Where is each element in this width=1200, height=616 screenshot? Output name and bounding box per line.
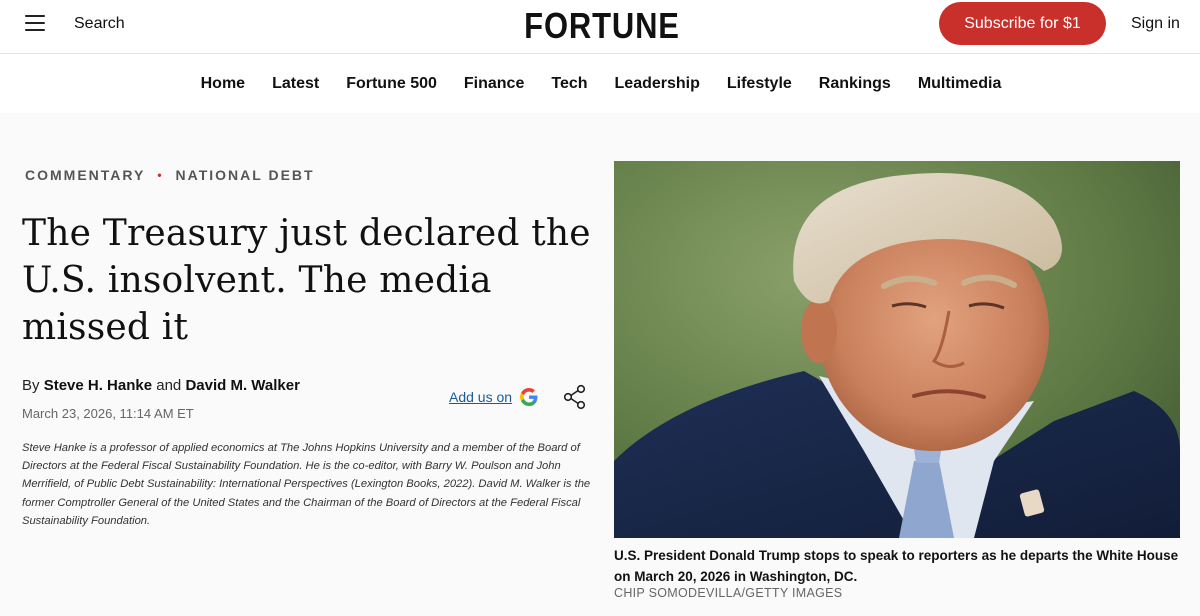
nav-item-finance[interactable]: Finance (464, 75, 524, 93)
kicker-separator-dot: • (157, 168, 164, 182)
section-link[interactable]: COMMENTARY (25, 167, 145, 183)
article-headline: The Treasury just declared the U.S. inso… (22, 213, 591, 348)
add-us-on-google-link[interactable]: Add us on (449, 388, 538, 406)
subscribe-button[interactable]: Subscribe for $1 (939, 2, 1106, 45)
nav-item-rankings[interactable]: Rankings (819, 75, 891, 93)
author-link-hanke[interactable]: Steve H. Hanke (44, 377, 152, 394)
author-link-walker[interactable]: David M. Walker (185, 377, 299, 394)
article-kicker: COMMENTARY • NATIONAL DEBT (25, 167, 315, 183)
byline-prefix: By (22, 377, 40, 394)
nav-item-home[interactable]: Home (201, 75, 245, 93)
image-credit: CHIP SOMODEVILLA/GETTY IMAGES (614, 586, 843, 600)
nav-item-tech[interactable]: Tech (551, 75, 587, 93)
nav-item-leadership[interactable]: Leadership (615, 75, 700, 93)
nav-item-latest[interactable]: Latest (272, 75, 319, 93)
byline: By Steve H. Hanke and David M. Walker (22, 377, 300, 394)
hamburger-menu-icon[interactable] (25, 15, 45, 33)
hero-photo-illustration (614, 161, 1180, 538)
sign-in-link[interactable]: Sign in (1131, 15, 1180, 33)
nav-item-lifestyle[interactable]: Lifestyle (727, 75, 792, 93)
google-g-icon (520, 388, 538, 406)
main-nav: Home Latest Fortune 500 Finance Tech Lea… (0, 55, 1200, 113)
add-us-label: Add us on (449, 389, 513, 405)
fortune-logo[interactable]: FORTUNE (524, 4, 679, 48)
nav-item-multimedia[interactable]: Multimedia (918, 75, 1002, 93)
search-link[interactable]: Search (74, 15, 125, 33)
nav-item-fortune-500[interactable]: Fortune 500 (346, 75, 437, 93)
topic-link[interactable]: NATIONAL DEBT (176, 167, 315, 183)
article-hero-image (614, 161, 1180, 538)
share-icon[interactable] (562, 384, 588, 410)
author-bio: Steve Hanke is a professor of applied ec… (22, 442, 591, 527)
byline-and: and (156, 377, 182, 394)
image-caption: U.S. President Donald Trump stops to spe… (614, 548, 1179, 584)
top-header: Search FORTUNE Subscribe for $1 Sign in (0, 0, 1200, 54)
publish-date: March 23, 2026, 11:14 AM ET (22, 406, 194, 421)
